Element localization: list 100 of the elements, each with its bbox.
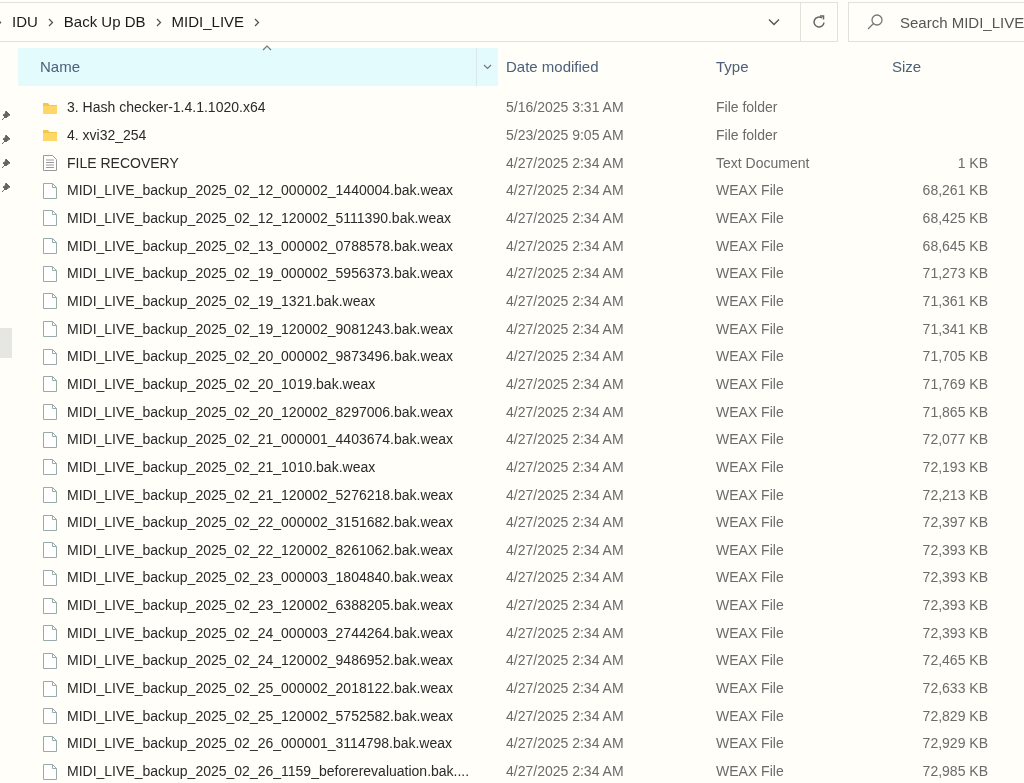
date-modified: 4/27/2025 2:34 AM [506,458,624,475]
date-modified: 4/27/2025 2:34 AM [506,763,624,780]
file-type: Text Document [716,154,810,171]
file-icon [42,569,58,587]
column-header[interactable]: Date modified [498,48,708,86]
dropdown-chevron-icon[interactable] [768,18,780,26]
date-modified: 4/27/2025 2:34 AM [506,514,624,531]
file-type: WEAX File [716,320,784,337]
file-name[interactable]: MIDI_LIVE_backup_2025_02_24_120002_9486952.bak.weax [67,650,454,672]
file-name[interactable]: 4. xvi32_254 [67,125,147,146]
file-icon [42,679,58,698]
file-type: WEAX File [716,348,784,365]
file-size: 71,341 KB [922,320,988,337]
file-name[interactable]: MIDI_LIVE_backup_2025_02_22_000002_3151682.bak.weax [67,512,454,534]
file-type: WEAX File [716,569,784,586]
file-size: 72,465 KB [922,652,988,669]
file-icon [42,651,58,670]
file-size: 72,393 KB [922,624,988,641]
file-icon [42,292,58,311]
file-size: 72,393 KB [922,541,988,558]
date-modified: 4/27/2025 2:34 AM [506,403,624,420]
chevron-icon[interactable] [254,17,261,27]
search-field[interactable]: Search MIDI_LIVE [848,2,1024,42]
file-name[interactable]: MIDI_LIVE_backup_2025_02_21_000001_4403674.bak.weax [67,429,454,451]
breadcrumb-item[interactable]: MIDI_LIVE [171,10,245,34]
address-bar[interactable]: IDU Back Up DB MIDI_LIVE [0,2,838,42]
file-type: WEAX File [716,597,784,614]
pin-icon[interactable] [1,182,11,193]
breadcrumb-item[interactable]: IDU [12,10,38,34]
date-modified: 4/27/2025 2:34 AM [506,431,624,448]
chevron-icon[interactable] [47,17,54,27]
file-size: 71,769 KB [922,375,988,392]
file-size: 72,393 KB [922,569,988,586]
file-icon [42,264,58,283]
file-name[interactable]: MIDI_LIVE_backup_2025_02_20_120002_8297006.bak.weax [67,401,454,423]
file-size: 68,425 KB [922,209,988,226]
file-icon [42,762,58,781]
file-name[interactable]: MIDI_LIVE_backup_2025_02_12_000002_1440004.bak.weax [67,180,454,202]
date-modified: 4/27/2025 2:34 AM [506,597,624,614]
file-name[interactable]: MIDI_LIVE_backup_2025_02_19_000002_5956373.bak.weax [67,263,454,285]
file-name[interactable]: MIDI_LIVE_backup_2025_02_23_000003_1804840.bak.weax [67,567,454,589]
file-type: WEAX File [716,624,784,641]
column-header[interactable]: Size [884,48,988,86]
date-modified: 4/27/2025 2:34 AM [506,265,624,282]
file-name[interactable]: MIDI_LIVE_backup_2025_02_25_000002_2018122.bak.weax [67,678,454,700]
file-name[interactable]: MIDI_LIVE_backup_2025_02_26_000001_3114798.bak.weax [67,733,453,755]
file-name[interactable]: MIDI_LIVE_backup_2025_02_25_120002_5752582.bak.weax [67,705,454,727]
column-header[interactable]: Type [708,48,884,86]
scrollbar-thumb[interactable] [0,328,12,358]
file-type: WEAX File [716,680,784,697]
file-type: WEAX File [716,403,784,420]
file-name[interactable]: FILE RECOVERY [67,152,179,174]
breadcrumb-item[interactable]: Back Up DB [63,10,146,34]
column-header[interactable]: Name [18,48,498,86]
date-modified: 4/27/2025 2:34 AM [506,209,624,226]
file-size: 72,397 KB [922,514,988,531]
pin-icon[interactable] [1,134,11,145]
file-type: WEAX File [716,707,784,724]
file-icon [42,347,58,366]
file-name[interactable]: MIDI_LIVE_backup_2025_02_24_000003_2744264.bak.weax [67,622,454,644]
file-name[interactable]: 3. Hash checker-1.4.1.1020.x64 [67,97,266,119]
file-icon [42,734,58,753]
file-name[interactable]: MIDI_LIVE_backup_2025_02_19_120002_9081243.bak.weax [67,318,454,340]
file-size: 72,077 KB [922,431,988,448]
date-modified: 4/27/2025 2:34 AM [506,154,624,171]
refresh-icon [811,14,827,30]
file-size: 68,261 KB [922,182,988,199]
date-modified: 4/27/2025 2:34 AM [506,320,624,337]
file-size: 72,633 KB [922,680,988,697]
sort-caret-icon [262,45,272,51]
file-icon [42,430,58,449]
file-name[interactable]: MIDI_LIVE_backup_2025_02_21_1010.bak.weax [67,456,376,478]
date-modified: 4/27/2025 2:34 AM [506,624,624,641]
file-name[interactable]: MIDI_LIVE_backup_2025_02_23_120002_6388205.bak.weax [67,595,454,617]
file-type: WEAX File [716,735,784,752]
text-document-icon [42,154,58,173]
file-name[interactable]: MIDI_LIVE_backup_2025_02_19_1321.bak.weax [67,290,376,312]
date-modified: 4/27/2025 2:34 AM [506,292,624,309]
file-name[interactable]: MIDI_LIVE_backup_2025_02_20_1019.bak.weax [67,373,376,395]
date-modified: 4/27/2025 2:34 AM [506,652,624,669]
file-icon [42,486,58,504]
file-name[interactable]: MIDI_LIVE_backup_2025_02_21_120002_5276218.bak.weax [67,484,454,506]
file-size: 72,393 KB [922,597,988,614]
file-name[interactable]: MIDI_LIVE_backup_2025_02_13_000002_0788578.bak.weax [67,235,454,257]
file-type: File folder [716,99,778,116]
file-type: WEAX File [716,458,784,475]
file-name[interactable]: MIDI_LIVE_backup_2025_02_26_1159_beforerevaluation.bak.... [67,761,470,783]
pin-icon[interactable] [1,158,11,169]
file-size: 72,829 KB [922,707,988,724]
pin-icon[interactable] [1,110,11,121]
file-name[interactable]: MIDI_LIVE_backup_2025_02_20_000002_9873496.bak.weax [67,346,454,368]
file-type: WEAX File [716,431,784,448]
file-name[interactable]: MIDI_LIVE_backup_2025_02_12_120002_5111390.bak.weax [67,207,451,229]
file-size: 72,929 KB [922,735,988,752]
search-icon [866,13,884,31]
file-name[interactable]: MIDI_LIVE_backup_2025_02_22_120002_8261062.bak.weax [67,539,454,561]
file-type: WEAX File [716,541,784,558]
file-size: 72,985 KB [922,763,988,780]
chevron-icon[interactable] [155,17,162,27]
file-size: 72,193 KB [922,458,988,475]
